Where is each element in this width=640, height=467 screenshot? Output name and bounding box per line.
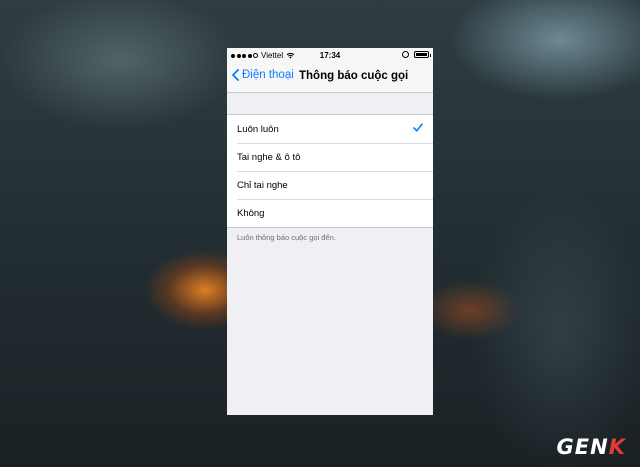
status-right: [402, 51, 431, 58]
page-title: Thông báo cuộc gọi: [299, 70, 409, 82]
phone-screen: Viettel 17:34 Điện thoại Thông báo cuộc …: [227, 48, 433, 415]
option-label: Chỉ tai nghe: [237, 179, 288, 191]
footer-note: Luôn thông báo cuộc gọi đến.: [237, 233, 336, 242]
orientation-lock-icon: [402, 51, 409, 58]
option-always[interactable]: Luôn luôn: [227, 115, 433, 143]
genk-logo: GEN K: [557, 435, 626, 459]
status-bar: Viettel 17:34: [227, 48, 433, 64]
back-chevron-icon: [232, 69, 239, 81]
navigation-bar: Điện thoại Thông báo cuộc gọi: [227, 64, 433, 93]
option-label: Không: [237, 207, 265, 219]
back-label: Điện thoại: [242, 69, 294, 81]
options-group: Luôn luôn Tai nghe & ô tô Chỉ tai nghe K…: [227, 114, 433, 228]
logo-accent: K: [608, 435, 626, 459]
option-never[interactable]: Không: [227, 199, 433, 227]
logo-text: GEN: [556, 435, 609, 459]
option-headphones-and-car[interactable]: Tai nghe & ô tô: [227, 143, 433, 171]
option-label: Luôn luôn: [237, 123, 279, 135]
checkmark-icon: [413, 123, 423, 132]
option-headphones-only[interactable]: Chỉ tai nghe: [227, 171, 433, 199]
option-label: Tai nghe & ô tô: [237, 151, 301, 163]
back-button[interactable]: Điện thoại: [232, 69, 294, 81]
battery-icon: [414, 51, 431, 58]
